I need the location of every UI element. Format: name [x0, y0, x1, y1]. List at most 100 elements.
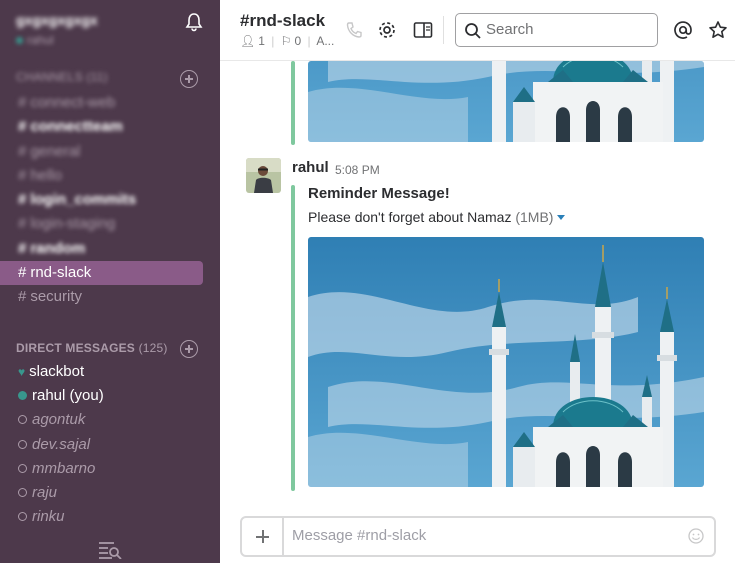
sidebar-item-label: login_commits	[30, 191, 137, 209]
sidebar-toggle-icon[interactable]	[413, 20, 433, 40]
member-count[interactable]: 1	[258, 34, 265, 48]
hash-icon: #	[18, 215, 27, 233]
channel-list: # connect-web # connectteam # general # hello # l…	[0, 91, 220, 310]
mentions-icon[interactable]	[673, 20, 693, 40]
quick-switcher-icon[interactable]	[98, 541, 122, 559]
attachment-bar	[291, 185, 295, 491]
file-name[interactable]: Please don't forget about Namaz	[308, 209, 511, 225]
attachment-title: Reminder Message!	[308, 185, 450, 202]
mosque-image	[308, 237, 704, 487]
hash-icon: #	[18, 94, 27, 111]
sidebar-item-random[interactable]: # random	[0, 237, 220, 261]
mosque-image	[308, 61, 704, 142]
emoji-icon[interactable]	[688, 528, 704, 544]
message-input[interactable]	[292, 527, 672, 544]
message-sender[interactable]: rahul	[292, 159, 329, 176]
attachment-text: Please don't forget about Namaz (1MB)	[308, 209, 566, 225]
meta-divider: |	[307, 34, 311, 48]
sidebar-item-label: random	[30, 239, 86, 257]
presence-offline-icon	[18, 439, 27, 449]
avatar[interactable]	[246, 158, 281, 193]
sidebar-item-label: rnd-slack	[30, 264, 92, 282]
add-channel-icon[interactable]	[180, 70, 198, 88]
sidebar-item-login-staging[interactable]: # login-staging	[0, 212, 220, 236]
header-divider	[443, 16, 444, 44]
dm-item-label: mmbarno	[32, 459, 96, 477]
channel-header: #rnd-slack 👤︎ 1 | ⚐ 0 | A...	[220, 0, 735, 61]
search-box[interactable]	[455, 13, 658, 47]
presence-online-icon	[18, 391, 27, 401]
previous-image-attachment[interactable]	[308, 61, 704, 142]
channel-meta: 👤︎ 1 | ⚐ 0 | A...	[240, 34, 337, 48]
presence-offline-icon	[18, 512, 27, 522]
sidebar-item-login_commits[interactable]: # login_commits	[0, 188, 220, 212]
dm-item-raju[interactable]: raju	[0, 481, 220, 505]
sidebar-item-connect-web[interactable]: # connect-web	[0, 91, 220, 115]
dm-item-label: raju	[32, 483, 58, 501]
sidebar-item-connectteam[interactable]: # connectteam	[0, 115, 220, 139]
phone-icon[interactable]	[344, 20, 364, 40]
search-input[interactable]	[486, 21, 646, 38]
dm-item-agontuk[interactable]: agontuk	[0, 408, 220, 432]
channel-title[interactable]: #rnd-slack	[240, 11, 325, 31]
sidebar-item-rnd-slack[interactable]: # rnd-slack	[0, 261, 203, 286]
channel-topic[interactable]: A...	[316, 34, 334, 48]
chevron-down-icon[interactable]	[557, 215, 566, 220]
message-timestamp[interactable]: 5:08 PM	[335, 163, 380, 177]
hash-icon: #	[18, 166, 27, 184]
add-dm-icon[interactable]	[180, 340, 198, 358]
dm-heading-label: DIRECT MESSAGES	[16, 341, 136, 355]
file-size: (1MB)	[515, 209, 554, 225]
message-composer	[240, 516, 716, 557]
image-attachment[interactable]	[308, 237, 704, 487]
hash-icon: #	[18, 142, 27, 160]
presence-dot	[16, 37, 23, 44]
sidebar-item-label: hello	[30, 166, 63, 184]
dm-item-slackbot[interactable]: ♥ slackbot	[0, 360, 220, 384]
hash-icon: #	[18, 239, 27, 257]
dm-item-rahul (you)[interactable]: rahul (you)	[0, 384, 220, 408]
sidebar-item-security[interactable]: # security	[0, 285, 220, 309]
team-user-name: rahul	[27, 33, 54, 47]
sidebar: gxgxgxgxgx rahul CHANNELS (11) # connect-…	[0, 0, 220, 563]
team-user-status[interactable]: rahul	[16, 33, 54, 47]
dm-count: (125)	[138, 341, 168, 355]
pinned-count[interactable]: 0	[295, 34, 302, 48]
sidebar-item-label: login-staging	[30, 215, 116, 233]
presence-offline-icon	[18, 463, 27, 473]
bell-icon[interactable]	[184, 12, 204, 32]
dm-list: ♥ slackbot rahul (you) agontuk dev.sajal mmba…	[0, 360, 220, 529]
dm-item-rinku[interactable]: rinku	[0, 505, 220, 529]
hash-icon: #	[18, 191, 27, 209]
attach-file-button[interactable]	[242, 518, 284, 555]
sidebar-item-label: general	[30, 142, 81, 160]
pin-icon[interactable]: ⚐	[281, 34, 292, 48]
presence-offline-icon	[18, 415, 27, 425]
search-icon	[465, 23, 481, 39]
member-icon[interactable]: 👤︎	[240, 34, 255, 48]
dm-item-dev.sajal[interactable]: dev.sajal	[0, 433, 220, 457]
attachment-bar	[291, 61, 295, 145]
hash-icon: #	[18, 288, 27, 306]
sidebar-item-general[interactable]: # general	[0, 140, 220, 164]
hash-icon: #	[18, 264, 27, 282]
channels-heading[interactable]: CHANNELS (11)	[16, 70, 108, 84]
gear-icon[interactable]	[377, 20, 397, 40]
sidebar-item-label: connectteam	[30, 118, 123, 136]
dm-heading[interactable]: DIRECT MESSAGES (125)	[16, 341, 168, 355]
message-list: rahul 5:08 PM Reminder Message! Please d…	[220, 61, 735, 508]
team-name[interactable]: gxgxgxgxgx	[16, 12, 98, 28]
sidebar-item-label: security	[30, 288, 83, 306]
sidebar-item-label: connect-web	[30, 94, 116, 111]
dm-item-label: slackbot	[29, 363, 85, 380]
dm-item-mmbarno[interactable]: mmbarno	[0, 457, 220, 481]
star-icon[interactable]	[708, 20, 728, 40]
meta-divider: |	[271, 34, 275, 48]
dm-item-label: dev.sajal	[32, 435, 91, 453]
dm-item-label: rinku	[32, 508, 65, 526]
sidebar-item-hello[interactable]: # hello	[0, 164, 220, 188]
dm-item-label: agontuk	[32, 411, 86, 429]
presence-offline-icon	[18, 487, 27, 497]
dm-item-label: rahul (you)	[32, 387, 104, 405]
hash-icon: #	[18, 118, 27, 136]
